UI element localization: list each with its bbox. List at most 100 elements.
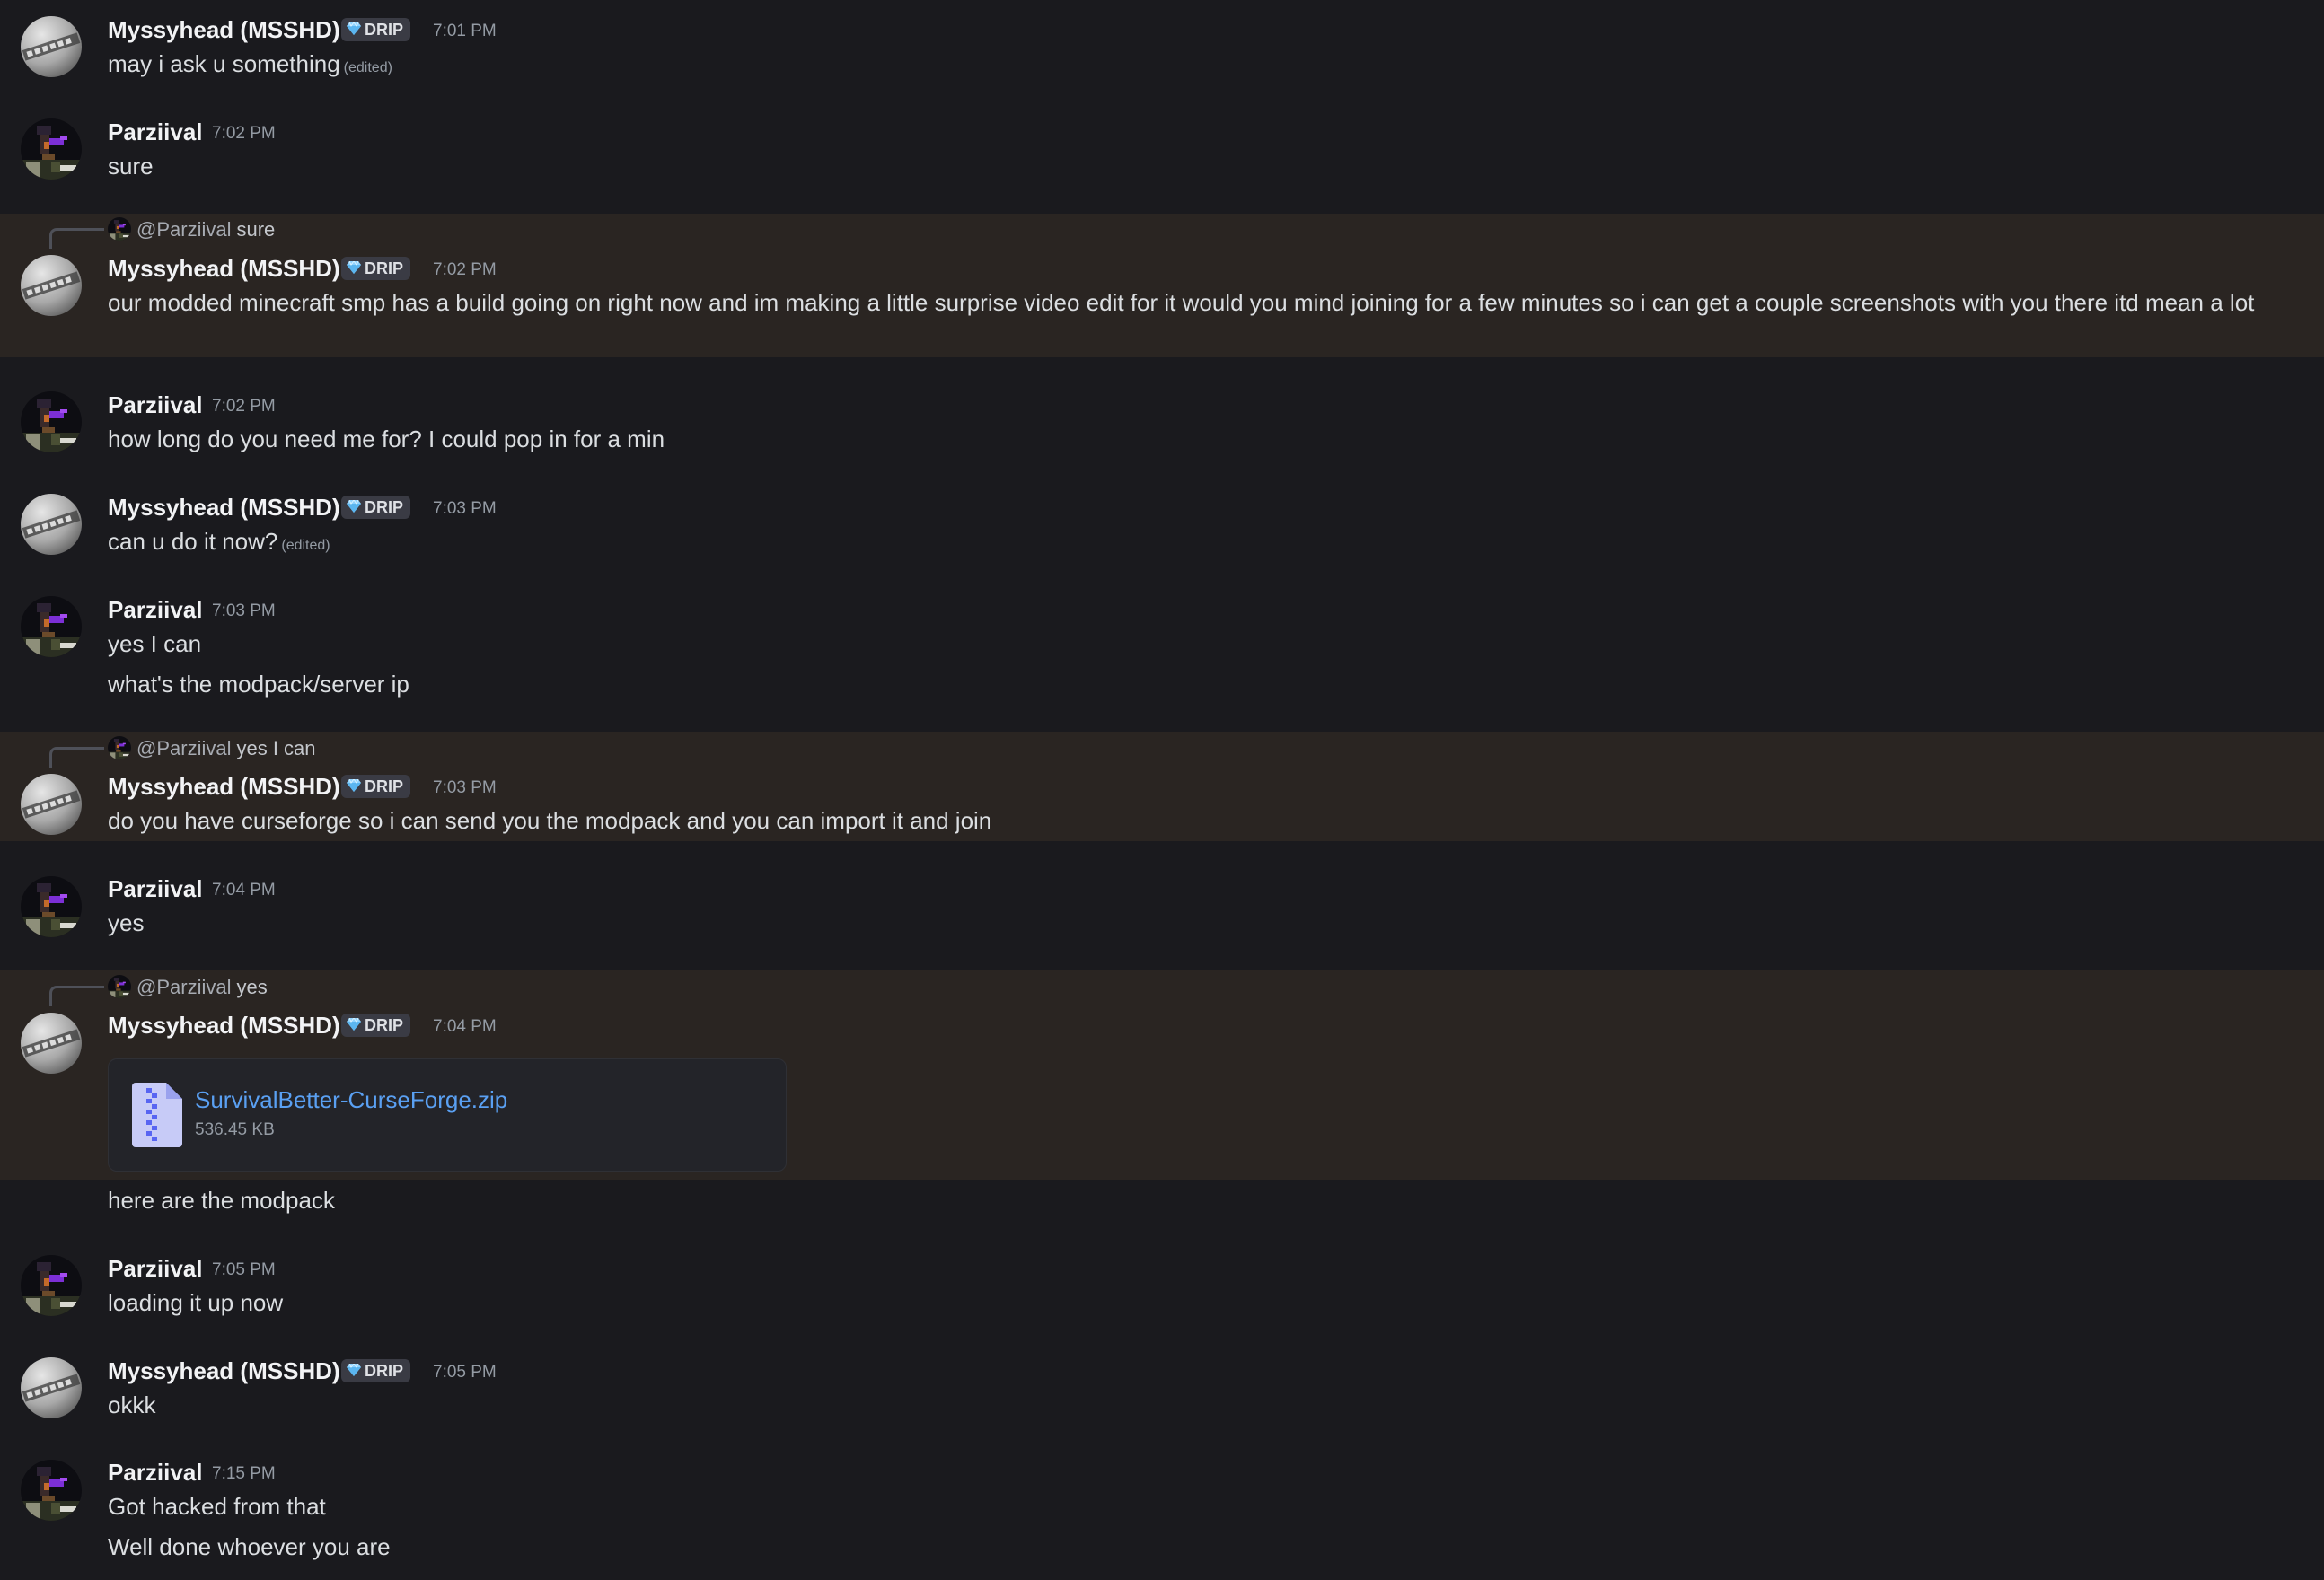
author-name[interactable]: Parziival <box>108 873 203 904</box>
author-name[interactable]: Parziival <box>108 390 203 420</box>
mssshd-avatar-icon <box>21 1357 82 1418</box>
reply-connector <box>49 986 104 1006</box>
reply-avatar <box>108 217 131 241</box>
message-text: sure <box>108 153 154 180</box>
mssshd-avatar-icon <box>21 774 82 835</box>
reply-text: yes <box>236 976 268 998</box>
badge-label: DRIP <box>365 1016 404 1034</box>
timestamp: 7:05 PM <box>433 1363 497 1382</box>
timestamp: 7:02 PM <box>212 124 276 143</box>
avatar[interactable] <box>21 255 82 316</box>
timestamp: 7:03 PM <box>212 601 276 620</box>
avatar[interactable] <box>21 596 82 657</box>
avatar[interactable] <box>21 118 82 180</box>
mssshd-avatar-icon <box>21 16 82 77</box>
author-name[interactable]: Myssyhead (MSSHD) <box>108 1356 340 1386</box>
file-attachment[interactable]: SurvivalBetter-CurseForge.zip 536.45 KB <box>108 1058 787 1172</box>
reply-connector <box>49 747 104 768</box>
drip-badge[interactable]: DRIP <box>341 496 411 519</box>
timestamp: 7:01 PM <box>433 22 497 40</box>
diamond-icon <box>347 1016 361 1031</box>
author-name[interactable]: Myssyhead (MSSHD) <box>108 1010 340 1040</box>
diamond-icon <box>347 259 361 274</box>
pixel-art-avatar-icon <box>21 1460 82 1521</box>
reply-avatar <box>108 736 131 760</box>
reply-preview[interactable]: @Parziival yes I can <box>108 733 316 764</box>
avatar[interactable] <box>21 16 82 77</box>
reply-mention[interactable]: @Parziival <box>136 976 231 998</box>
timestamp: 7:02 PM <box>433 260 497 279</box>
edited-tag: (edited) <box>281 538 330 553</box>
message-text: yes <box>108 909 145 936</box>
pixel-art-avatar-icon <box>108 217 131 241</box>
reply-mention[interactable]: @Parziival <box>136 218 231 241</box>
author-name[interactable]: Parziival <box>108 594 203 625</box>
reply-avatar <box>108 975 131 999</box>
message-line: can u do it now? <box>108 528 278 555</box>
badge-label: DRIP <box>365 498 404 516</box>
badge-label: DRIP <box>365 1362 404 1380</box>
badge-label: DRIP <box>365 21 404 39</box>
attachment-filename-link[interactable]: SurvivalBetter-CurseForge.zip <box>195 1086 507 1114</box>
pixel-art-avatar-icon <box>21 118 82 180</box>
diamond-icon <box>347 21 361 35</box>
avatar[interactable] <box>21 391 82 452</box>
pixel-art-avatar-icon <box>108 975 131 999</box>
avatar[interactable] <box>21 1460 82 1521</box>
author-name[interactable]: Parziival <box>108 117 203 147</box>
pixel-art-avatar-icon <box>108 736 131 760</box>
message-text: can u do it now? (edited) <box>108 524 330 563</box>
author-name[interactable]: Parziival <box>108 1253 203 1284</box>
timestamp: 7:04 PM <box>433 1017 497 1036</box>
pixel-art-avatar-icon <box>21 391 82 452</box>
diamond-icon <box>347 777 361 792</box>
message-text: how long do you need me for? I could pop… <box>108 426 665 452</box>
message-line: may i ask u something <box>108 50 340 77</box>
message-text: our modded minecraft smp has a build goi… <box>108 289 2255 316</box>
drip-badge[interactable]: DRIP <box>341 18 411 41</box>
drip-badge[interactable]: DRIP <box>341 1014 411 1037</box>
message-text: what's the modpack/server ip <box>108 671 409 698</box>
timestamp: 7:03 PM <box>433 499 497 518</box>
reply-text: yes I can <box>236 737 316 759</box>
mssshd-avatar-icon <box>21 1013 82 1074</box>
message-text: Got hacked from that <box>108 1493 326 1520</box>
edited-tag: (edited) <box>343 60 392 75</box>
mssshd-avatar-icon <box>21 494 82 555</box>
author-name[interactable]: Myssyhead (MSSHD) <box>108 771 340 802</box>
timestamp: 7:05 PM <box>212 1260 276 1279</box>
avatar[interactable] <box>21 1013 82 1074</box>
avatar[interactable] <box>21 1255 82 1316</box>
pixel-art-avatar-icon <box>21 596 82 657</box>
reply-preview[interactable]: @Parziival yes <box>108 972 268 1003</box>
attachment-filesize: 536.45 KB <box>195 1120 275 1139</box>
drip-badge[interactable]: DRIP <box>341 1359 411 1382</box>
message-text: may i ask u something (edited) <box>108 47 392 85</box>
avatar[interactable] <box>21 1357 82 1418</box>
reply-preview[interactable]: @Parziival sure <box>108 215 275 245</box>
message-text: yes I can <box>108 630 202 657</box>
message-text: Well done whoever you are <box>108 1533 391 1560</box>
pixel-art-avatar-icon <box>21 876 82 937</box>
timestamp: 7:03 PM <box>433 778 497 797</box>
avatar[interactable] <box>21 494 82 555</box>
mssshd-avatar-icon <box>21 255 82 316</box>
reply-mention[interactable]: @Parziival <box>136 737 231 759</box>
message-text: here are the modpack <box>108 1187 335 1214</box>
author-name[interactable]: Myssyhead (MSSHD) <box>108 14 340 45</box>
author-name[interactable]: Myssyhead (MSSHD) <box>108 492 340 522</box>
message-text: okkk <box>108 1391 156 1418</box>
diamond-icon <box>347 1362 361 1376</box>
drip-badge[interactable]: DRIP <box>341 257 411 280</box>
chat-message-list: Myssyhead (MSSHD) DRIP 7:01 PM may i ask… <box>0 0 2324 1580</box>
author-name[interactable]: Parziival <box>108 1457 203 1488</box>
badge-label: DRIP <box>365 259 404 277</box>
message-text: do you have curseforge so i can send you… <box>108 807 992 834</box>
timestamp: 7:04 PM <box>212 881 276 900</box>
avatar[interactable] <box>21 774 82 835</box>
diamond-icon <box>347 498 361 513</box>
avatar[interactable] <box>21 876 82 937</box>
timestamp: 7:15 PM <box>212 1464 276 1483</box>
author-name[interactable]: Myssyhead (MSSHD) <box>108 253 340 284</box>
drip-badge[interactable]: DRIP <box>341 775 411 798</box>
